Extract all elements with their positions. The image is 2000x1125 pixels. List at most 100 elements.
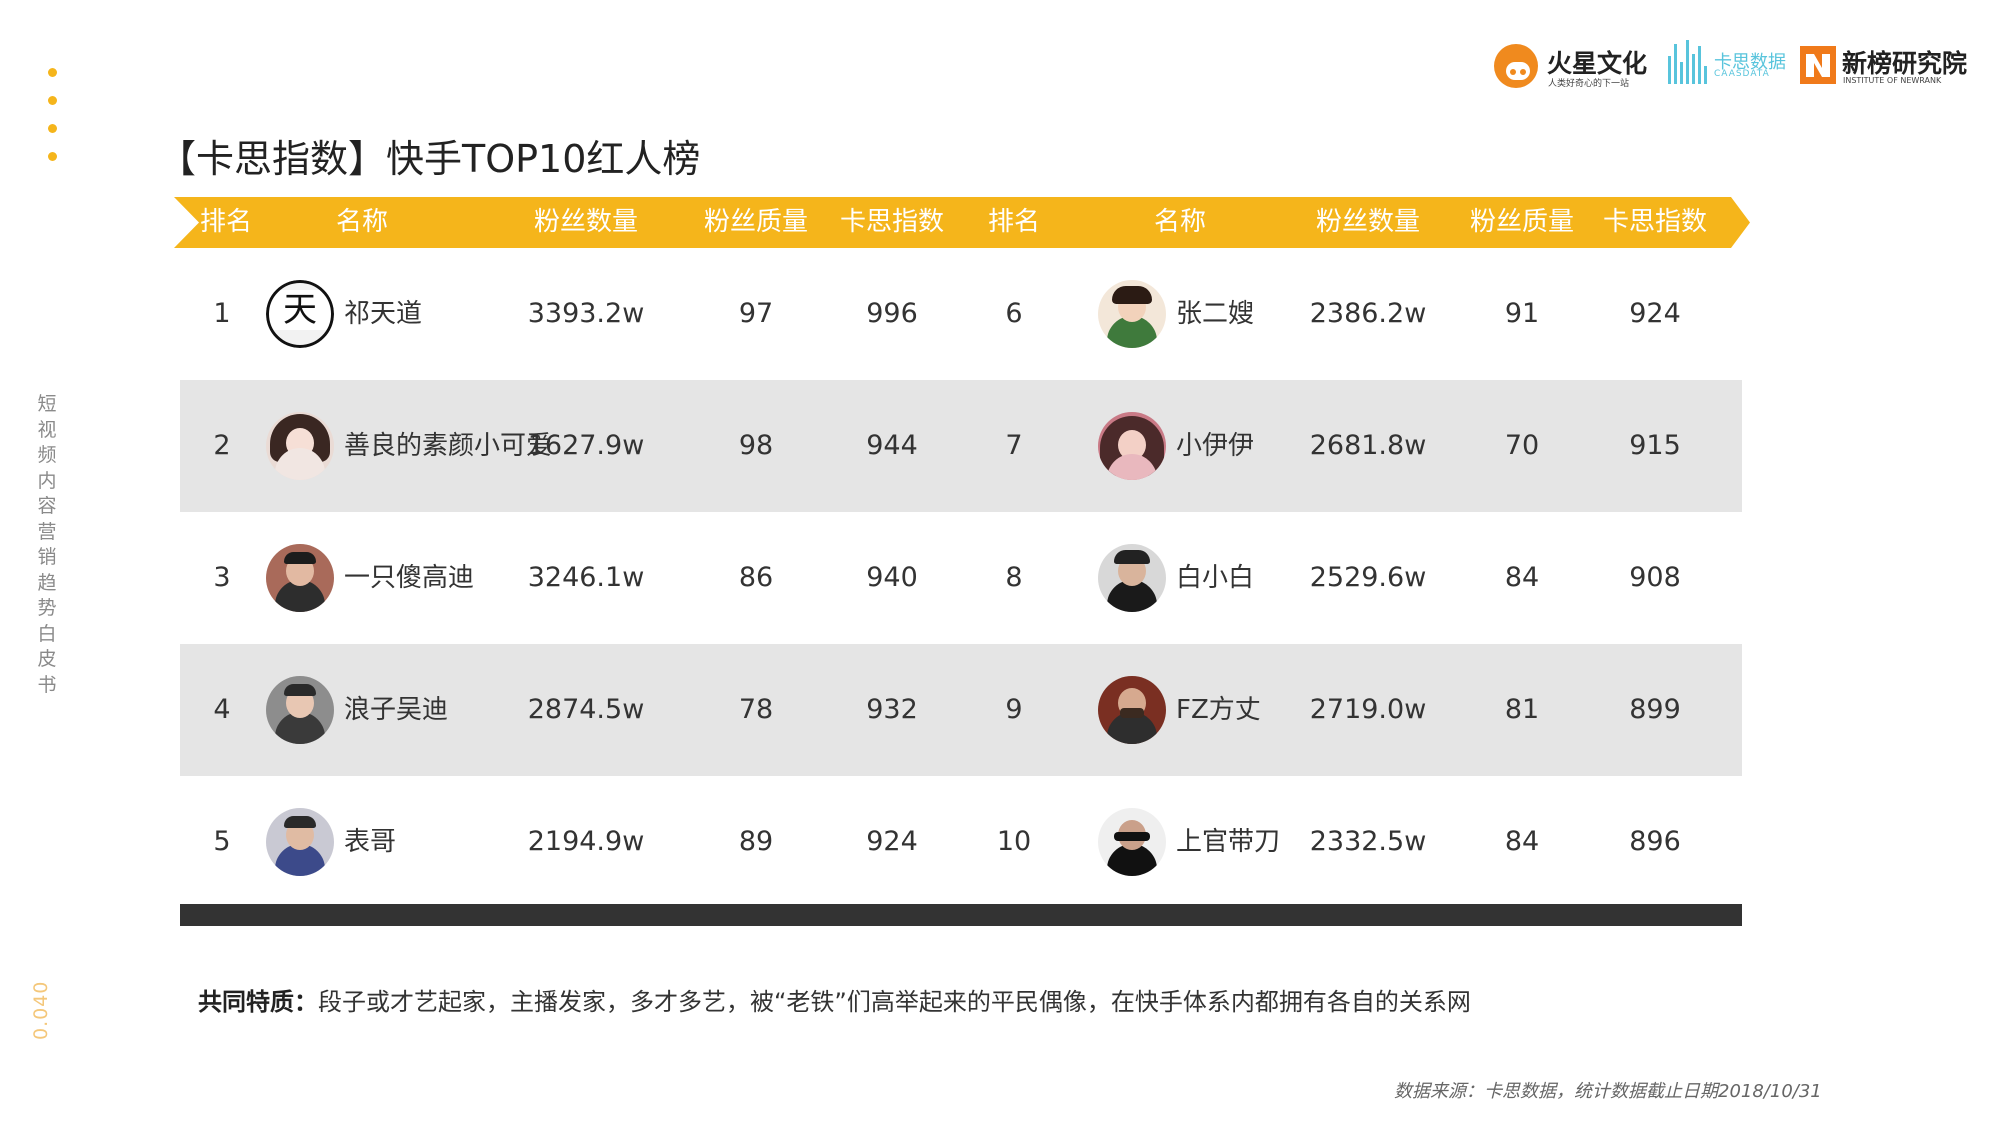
decorative-dots — [48, 68, 60, 180]
name-cell: 白小白 — [1176, 563, 1255, 593]
avatar — [266, 412, 334, 480]
avatar — [266, 544, 334, 612]
index-cell: 932 — [866, 694, 918, 725]
avatar — [1098, 280, 1166, 348]
quality-cell: 89 — [738, 826, 774, 857]
quality-cell: 78 — [738, 694, 774, 725]
avatar — [1098, 808, 1166, 876]
header-rank-right: 排名 — [987, 207, 1041, 237]
avatar — [1098, 676, 1166, 744]
huoxing-logo-name: 火星文化 — [1547, 49, 1648, 78]
index-cell: 944 — [866, 430, 918, 461]
rank-cell: 4 — [213, 694, 231, 725]
fans-cell: 2681.8w — [1309, 430, 1427, 461]
name-cell: 表哥 — [344, 827, 397, 857]
table-row: 2 善良的素颜小可爱 1627.9w 98 944 7 小伊伊 2681.8w … — [180, 380, 1742, 512]
rank-cell: 3 — [213, 562, 231, 593]
table-row: 5 表哥 2194.9w 89 924 10 上官带刀 2332.5w 84 8… — [180, 776, 1742, 908]
table-header: 排名 名称 粉丝数量 粉丝质量 卡思指数 排名 名称 粉丝数量 粉丝质量 卡思指… — [174, 197, 1750, 248]
table-row: 4 浪子吴迪 2874.5w 78 932 9 FZ方丈 2719.0w 81 … — [180, 644, 1742, 776]
header-fans-right: 粉丝数量 — [1315, 207, 1421, 237]
name-cell: 祁天道 — [344, 299, 423, 329]
index-cell: 915 — [1629, 430, 1681, 461]
header-name-left: 名称 — [335, 207, 389, 237]
page-title: 【卡思指数】快手TOP10红人榜 — [158, 137, 701, 181]
header-fans-left: 粉丝数量 — [533, 207, 639, 237]
fans-cell: 2386.2w — [1309, 298, 1427, 329]
fans-cell: 2332.5w — [1309, 826, 1427, 857]
header-index-right: 卡思指数 — [1602, 207, 1708, 237]
xinbang-logo-icon — [1800, 46, 1836, 84]
name-cell: 善良的素颜小可爱 — [344, 431, 553, 461]
quality-cell: 81 — [1504, 694, 1540, 725]
dot-4 — [48, 152, 57, 161]
index-cell: 924 — [1629, 298, 1681, 329]
name-cell: 一只傻高迪 — [344, 563, 475, 593]
name-cell: 张二嫂 — [1176, 299, 1255, 329]
index-cell: 908 — [1629, 562, 1681, 593]
summary-label: 共同特质： — [198, 988, 318, 1016]
dot-3 — [48, 124, 57, 133]
xinbang-logo-name: 新榜研究院 — [1842, 49, 1968, 78]
quality-cell: 97 — [738, 298, 774, 329]
index-cell: 924 — [866, 826, 918, 857]
rank-cell: 5 — [213, 826, 231, 857]
kasi-logo-tagline: CAASDATA — [1714, 69, 1770, 79]
name-cell: FZ方丈 — [1176, 695, 1261, 725]
partner-logos: 火星文化 人类好奇心的下一站 卡思数据 CAASDATA 新榜研究院 INSTI… — [1492, 36, 1992, 96]
quality-cell: 86 — [738, 562, 774, 593]
dot-2 — [48, 96, 57, 105]
rank-cell: 10 — [996, 826, 1032, 857]
summary-note: 共同特质：段子或才艺起家，主播发家，多才多艺，被“老铁”们高举起来的平民偶像，在… — [198, 982, 1471, 1017]
side-document-title: 短视频内容营销趋势白皮书 — [37, 393, 57, 696]
header-quality-right: 粉丝质量 — [1469, 207, 1575, 237]
fans-cell: 3246.1w — [527, 562, 645, 593]
fans-cell: 1627.9w — [527, 430, 645, 461]
index-cell: 896 — [1629, 826, 1681, 857]
rank-cell: 8 — [1005, 562, 1023, 593]
kasi-logo: 卡思数据 CAASDATA — [1668, 36, 1786, 96]
dot-1 — [48, 68, 57, 77]
summary-text: 段子或才艺起家，主播发家，多才多艺，被“老铁”们高举起来的平民偶像，在快手体系内… — [318, 988, 1471, 1016]
index-cell: 899 — [1629, 694, 1681, 725]
rank-cell: 7 — [1005, 430, 1023, 461]
table-footer-bar — [180, 904, 1742, 926]
header-rank-left: 排名 — [199, 207, 253, 237]
name-cell: 上官带刀 — [1176, 827, 1281, 857]
header-quality-left: 粉丝质量 — [703, 207, 809, 237]
header-index-left: 卡思指数 — [839, 207, 945, 237]
index-cell: 996 — [866, 298, 918, 329]
fans-cell: 3393.2w — [527, 298, 645, 329]
rank-cell: 6 — [1005, 298, 1023, 329]
fans-cell: 2719.0w — [1309, 694, 1427, 725]
rank-cell: 9 — [1005, 694, 1023, 725]
avatar — [266, 808, 334, 876]
table-row: 1 天 祁天道 3393.2w 97 996 6 张二嫂 2386.2w 91 … — [180, 248, 1742, 380]
name-cell: 浪子吴迪 — [344, 695, 449, 725]
huoxing-logo-icon — [1494, 44, 1538, 88]
xinbang-logo: 新榜研究院 INSTITUTE OF NEWRANK — [1800, 36, 1995, 96]
page-number: 0.040 — [30, 980, 52, 1040]
quality-cell: 84 — [1504, 826, 1540, 857]
fans-cell: 2874.5w — [527, 694, 645, 725]
fans-cell: 2529.6w — [1309, 562, 1427, 593]
avatar — [266, 676, 334, 744]
avatar: 天 — [266, 280, 334, 348]
avatar — [1098, 544, 1166, 612]
table-row: 3 一只傻高迪 3246.1w 86 940 8 白小白 2529.6w 84 … — [180, 512, 1742, 644]
rank-cell: 1 — [213, 298, 231, 329]
quality-cell: 91 — [1504, 298, 1540, 329]
quality-cell: 98 — [738, 430, 774, 461]
index-cell: 940 — [866, 562, 918, 593]
data-source-note: 数据来源：卡思数据，统计数据截止日期2018/10/31 — [1394, 1081, 1822, 1102]
fans-cell: 2194.9w — [527, 826, 645, 857]
header-name-right: 名称 — [1153, 207, 1207, 237]
xinbang-logo-tagline: INSTITUTE OF NEWRANK — [1843, 76, 1942, 85]
name-cell: 小伊伊 — [1176, 431, 1255, 461]
huoxing-logo: 火星文化 人类好奇心的下一站 — [1492, 36, 1662, 96]
kasi-logo-icon — [1668, 40, 1712, 84]
huoxing-logo-tagline: 人类好奇心的下一站 — [1548, 79, 1630, 89]
rank-cell: 2 — [213, 430, 231, 461]
avatar — [1098, 412, 1166, 480]
quality-cell: 84 — [1504, 562, 1540, 593]
